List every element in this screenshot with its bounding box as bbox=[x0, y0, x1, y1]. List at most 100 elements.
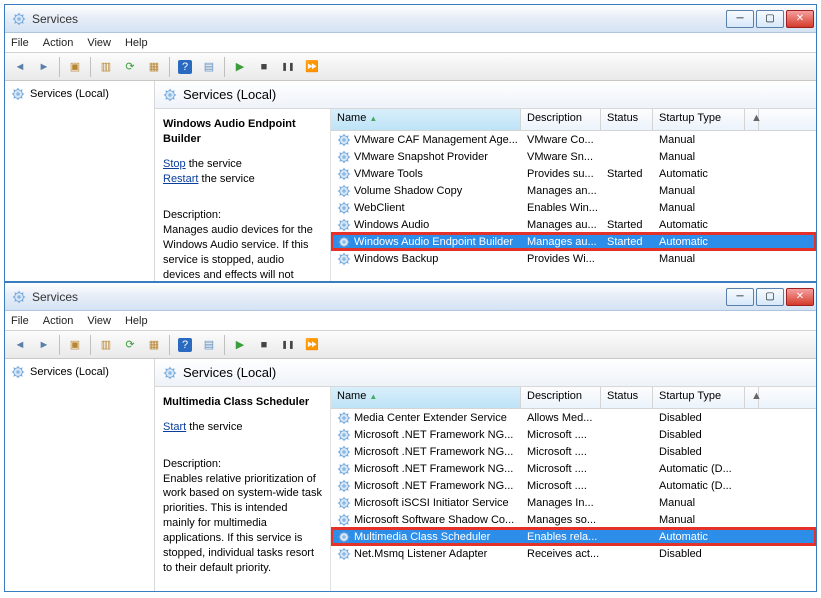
export-button[interactable]: ▦ bbox=[143, 334, 165, 356]
gear-icon bbox=[11, 87, 25, 101]
tree-item-label: Services (Local) bbox=[30, 366, 109, 378]
show-hide-tree[interactable]: ▣ bbox=[64, 56, 86, 78]
minimize-button[interactable]: ─ bbox=[726, 10, 754, 28]
service-description: Provides Wi... bbox=[521, 253, 601, 265]
properties-button[interactable]: ▥ bbox=[95, 334, 117, 356]
service-name: Media Center Extender Service bbox=[354, 412, 507, 424]
column-header-name[interactable]: Name ▲ bbox=[331, 387, 521, 408]
menu-help[interactable]: Help bbox=[125, 37, 148, 49]
refresh-button[interactable]: ⟳ bbox=[119, 56, 141, 78]
menu-file[interactable]: File bbox=[11, 315, 29, 327]
service-row[interactable]: Volume Shadow CopyManages an...Manual bbox=[331, 182, 816, 199]
column-header-startup-type[interactable]: Startup Type bbox=[653, 387, 745, 408]
gear-icon bbox=[163, 88, 177, 102]
right-pane-header: Services (Local) bbox=[155, 81, 816, 109]
right-pane-title: Services (Local) bbox=[183, 87, 276, 102]
refresh-button[interactable]: ⟳ bbox=[119, 334, 141, 356]
maximize-button[interactable]: ▢ bbox=[756, 288, 784, 306]
menu-view[interactable]: View bbox=[87, 37, 111, 49]
service-row[interactable]: Multimedia Class SchedulerEnables rela..… bbox=[331, 528, 816, 545]
back-button[interactable]: ◄ bbox=[9, 334, 31, 356]
service-name: Windows Audio bbox=[354, 219, 429, 231]
panel-button[interactable]: ▤ bbox=[198, 334, 220, 356]
forward-button[interactable]: ► bbox=[33, 56, 55, 78]
service-row[interactable]: VMware Snapshot ProviderVMware Sn...Manu… bbox=[331, 148, 816, 165]
menu-action[interactable]: Action bbox=[43, 37, 74, 49]
column-header-startup-type[interactable]: Startup Type bbox=[653, 109, 745, 130]
start-service[interactable]: ▶ bbox=[229, 56, 251, 78]
service-action-suffix: the service bbox=[198, 173, 254, 185]
service-row[interactable]: VMware CAF Management Age...VMware Co...… bbox=[331, 131, 816, 148]
service-description: Enables rela... bbox=[521, 531, 601, 543]
toolbar: ◄► ▣ ▥⟳▦?▤ ▶■❚❚⏩ bbox=[5, 331, 816, 359]
service-name: Net.Msmq Listener Adapter bbox=[354, 548, 487, 560]
service-startup-type: Automatic bbox=[653, 219, 745, 231]
left-tree-pane: Services (Local) bbox=[5, 359, 155, 591]
back-button[interactable]: ◄ bbox=[9, 56, 31, 78]
restart-service[interactable]: ⏩ bbox=[301, 334, 323, 356]
column-header-description[interactable]: Description bbox=[521, 387, 601, 408]
column-header-status[interactable]: Status bbox=[601, 387, 653, 408]
close-button[interactable]: ✕ bbox=[786, 288, 814, 306]
service-row[interactable]: Microsoft .NET Framework NG...Microsoft … bbox=[331, 460, 816, 477]
service-description: Allows Med... bbox=[521, 412, 601, 424]
column-header-status[interactable]: Status bbox=[601, 109, 653, 130]
service-description: Microsoft .... bbox=[521, 446, 601, 458]
menu-file[interactable]: File bbox=[11, 37, 29, 49]
menu-bar: File Action View Help bbox=[5, 33, 816, 53]
stop-service[interactable]: ■ bbox=[253, 334, 275, 356]
minimize-button[interactable]: ─ bbox=[726, 288, 754, 306]
service-startup-type: Automatic bbox=[653, 236, 745, 248]
show-hide-tree[interactable]: ▣ bbox=[64, 334, 86, 356]
pause-service[interactable]: ❚❚ bbox=[277, 334, 299, 356]
menu-help[interactable]: Help bbox=[125, 315, 148, 327]
start-service[interactable]: ▶ bbox=[229, 334, 251, 356]
service-row[interactable]: Microsoft .NET Framework NG...Microsoft … bbox=[331, 477, 816, 494]
panel-button-icon: ▤ bbox=[204, 60, 214, 73]
service-row[interactable]: Windows AudioManages au...StartedAutomat… bbox=[331, 216, 816, 233]
service-name: Volume Shadow Copy bbox=[354, 185, 462, 197]
service-action-link[interactable]: Stop bbox=[163, 158, 186, 170]
gear-icon bbox=[337, 479, 351, 493]
help-button[interactable]: ? bbox=[174, 56, 196, 78]
properties-button[interactable]: ▥ bbox=[95, 56, 117, 78]
column-header-description[interactable]: Description bbox=[521, 109, 601, 130]
service-row[interactable]: Windows Audio Endpoint BuilderManages au… bbox=[331, 233, 816, 250]
right-pane: Services (Local) Windows Audio Endpoint B… bbox=[155, 81, 816, 281]
help-button[interactable]: ? bbox=[174, 334, 196, 356]
menu-view[interactable]: View bbox=[87, 315, 111, 327]
close-icon: ✕ bbox=[796, 291, 804, 302]
forward-button[interactable]: ► bbox=[33, 334, 55, 356]
restart-service[interactable]: ⏩ bbox=[301, 56, 323, 78]
tree-item-services-local[interactable]: Services (Local) bbox=[11, 365, 148, 379]
tree-item-services-local[interactable]: Services (Local) bbox=[11, 87, 148, 101]
stop-service[interactable]: ■ bbox=[253, 56, 275, 78]
service-row[interactable]: Microsoft iSCSI Initiator ServiceManages… bbox=[331, 494, 816, 511]
column-headers: Name ▲DescriptionStatusStartup Type▲ bbox=[331, 387, 816, 409]
service-row[interactable]: Microsoft Software Shadow Co...Manages s… bbox=[331, 511, 816, 528]
service-row[interactable]: Media Center Extender Service Allows Med.… bbox=[331, 409, 816, 426]
separator bbox=[224, 57, 225, 77]
scroll-up-button[interactable]: ▲ bbox=[745, 387, 759, 408]
column-header-name[interactable]: Name ▲ bbox=[331, 109, 521, 130]
menu-action[interactable]: Action bbox=[43, 315, 74, 327]
service-description: Provides su... bbox=[521, 168, 601, 180]
gear-icon bbox=[163, 366, 177, 380]
service-row[interactable]: VMware ToolsProvides su...StartedAutomat… bbox=[331, 165, 816, 182]
service-row[interactable]: Net.Msmq Listener AdapterReceives act...… bbox=[331, 545, 816, 562]
service-action-link[interactable]: Start bbox=[163, 421, 186, 433]
panel-button[interactable]: ▤ bbox=[198, 56, 220, 78]
service-row[interactable]: Windows BackupProvides Wi...Manual bbox=[331, 250, 816, 267]
services-window: Services─▢✕FileActionViewHelp◄►▣▥⟳▦?▤▶■❚… bbox=[4, 4, 817, 282]
service-action-link[interactable]: Restart bbox=[163, 173, 198, 185]
export-button[interactable]: ▦ bbox=[143, 56, 165, 78]
service-name: Windows Backup bbox=[354, 253, 438, 265]
scroll-up-button[interactable]: ▲ bbox=[745, 109, 759, 130]
close-button[interactable]: ✕ bbox=[786, 10, 814, 28]
service-row[interactable]: Microsoft .NET Framework NG...Microsoft … bbox=[331, 426, 816, 443]
maximize-button[interactable]: ▢ bbox=[756, 10, 784, 28]
gear-icon bbox=[337, 513, 351, 527]
service-row[interactable]: WebClientEnables Win...Manual bbox=[331, 199, 816, 216]
pause-service[interactable]: ❚❚ bbox=[277, 56, 299, 78]
service-row[interactable]: Microsoft .NET Framework NG...Microsoft … bbox=[331, 443, 816, 460]
